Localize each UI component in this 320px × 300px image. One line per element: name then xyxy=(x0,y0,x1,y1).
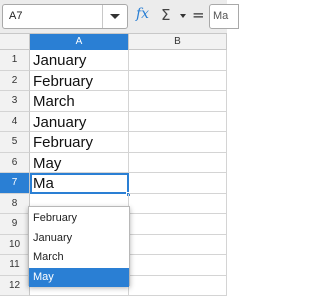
cell-b11[interactable] xyxy=(129,255,227,276)
equals-icon[interactable]: = xyxy=(192,6,206,26)
row-header-active[interactable]: 7 xyxy=(0,173,30,194)
column-header-a[interactable]: A xyxy=(30,34,129,50)
table-row: 7 Ma xyxy=(0,173,227,197)
cell-b4[interactable] xyxy=(129,111,227,132)
sum-dropdown-icon[interactable] xyxy=(180,14,186,18)
autocomplete-item[interactable]: March xyxy=(29,248,129,268)
chevron-down-icon xyxy=(110,14,120,19)
autocomplete-item[interactable]: January xyxy=(29,229,129,249)
table-row: 3 March xyxy=(0,91,227,112)
table-row: 5 February xyxy=(0,132,227,153)
row-header[interactable]: 9 xyxy=(0,214,30,235)
column-header-row: A B xyxy=(0,34,227,50)
table-row: 2 February xyxy=(0,70,227,91)
row-header[interactable]: 6 xyxy=(0,152,30,173)
row-header[interactable]: 11 xyxy=(0,255,30,276)
cell-b1[interactable] xyxy=(129,50,227,71)
cell-a3[interactable]: March xyxy=(30,91,129,112)
column-header-b[interactable]: B xyxy=(129,34,227,50)
cell-b9[interactable] xyxy=(129,214,227,235)
table-row: 4 January xyxy=(0,111,227,132)
formula-toolbar: A7 fx Σ = Ma xyxy=(0,0,239,34)
row-header[interactable]: 1 xyxy=(0,50,30,71)
cell-b3[interactable] xyxy=(129,91,227,112)
cell-b7[interactable] xyxy=(129,173,227,194)
autocomplete-dropdown: February January March May xyxy=(28,206,130,287)
cell-a6[interactable]: May xyxy=(30,152,129,173)
row-header[interactable]: 12 xyxy=(0,275,30,296)
row-header[interactable]: 3 xyxy=(0,91,30,112)
cell-b10[interactable] xyxy=(129,234,227,255)
table-row: 6 May xyxy=(0,152,227,173)
cell-b8[interactable] xyxy=(129,193,227,214)
cell-a7-text: Ma xyxy=(33,175,54,192)
row-header[interactable]: 10 xyxy=(0,234,30,255)
table-row: 1 January xyxy=(0,50,227,71)
select-all-corner[interactable] xyxy=(0,34,30,50)
cell-b5[interactable] xyxy=(129,132,227,153)
cell-b2[interactable] xyxy=(129,70,227,91)
name-box-value[interactable]: A7 xyxy=(9,10,22,22)
cell-a7-editing[interactable]: Ma xyxy=(30,173,129,194)
cell-a4[interactable]: January xyxy=(30,111,129,132)
row-header[interactable]: 5 xyxy=(0,132,30,153)
row-header[interactable]: 8 xyxy=(0,193,30,214)
cell-b6[interactable] xyxy=(129,152,227,173)
row-header[interactable]: 4 xyxy=(0,111,30,132)
cell-a2[interactable]: February xyxy=(30,70,129,91)
cell-a5[interactable]: February xyxy=(30,132,129,153)
autocomplete-item[interactable]: February xyxy=(29,209,129,229)
function-wizard-icon[interactable]: fx xyxy=(136,6,156,26)
cell-b12[interactable] xyxy=(129,275,227,296)
name-box[interactable]: A7 xyxy=(2,4,128,29)
autocomplete-item-selected[interactable]: May xyxy=(29,267,129,287)
formula-input[interactable]: Ma xyxy=(209,4,239,29)
row-header[interactable]: 2 xyxy=(0,70,30,91)
cell-a1[interactable]: January xyxy=(30,50,129,71)
sigma-icon[interactable]: Σ xyxy=(161,6,175,26)
name-box-dropdown-button[interactable] xyxy=(103,5,127,28)
